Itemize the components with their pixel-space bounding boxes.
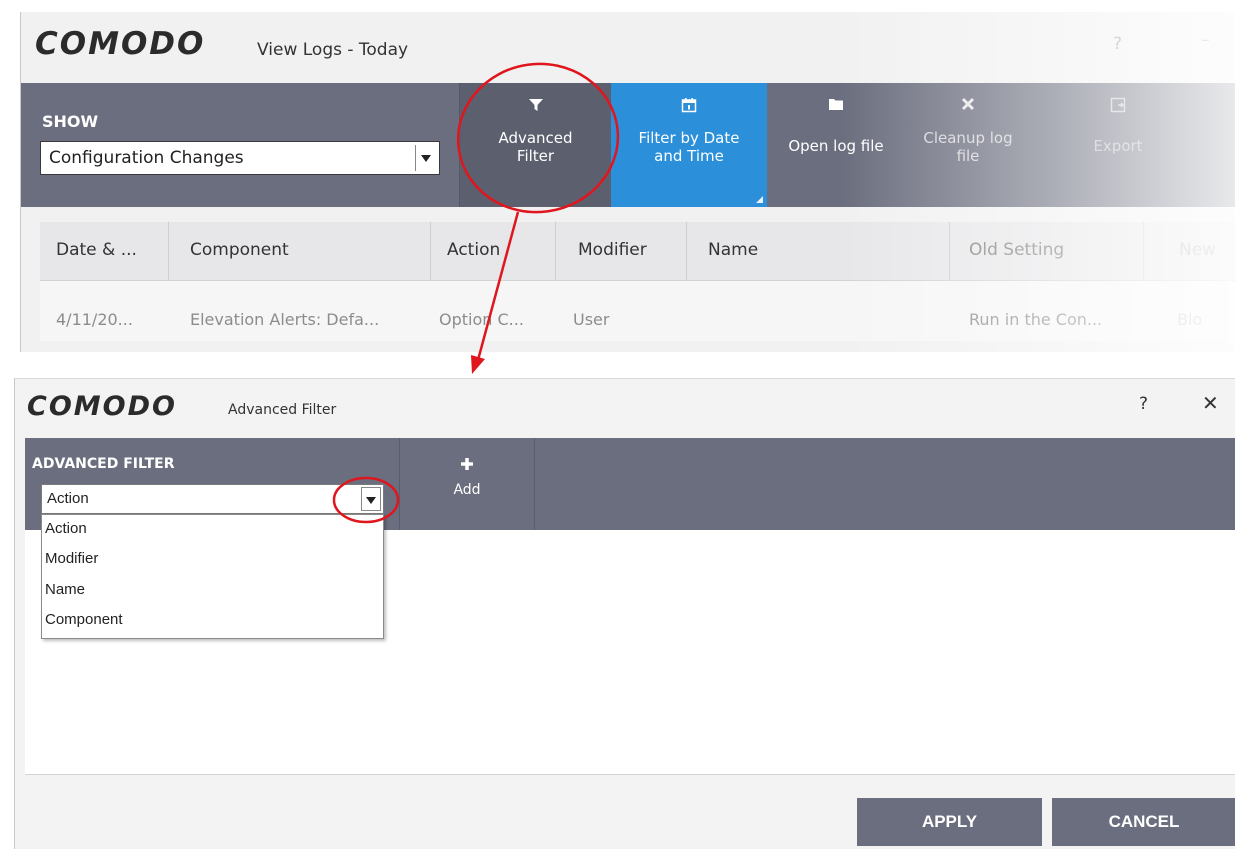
plus-icon [400,454,534,476]
cleanup-log-file-button[interactable]: Cleanup log file [903,83,1033,207]
column-divider [555,222,556,280]
apply-button[interactable]: APPLY [857,798,1042,846]
filter-field-dropdown-button[interactable] [361,487,381,511]
show-label: SHOW [42,112,99,131]
cell-action: Option C... [439,310,524,329]
column-component[interactable]: Component [190,240,289,260]
advanced-filter-label-1: Advanced [498,129,573,147]
dropdown-option-action[interactable]: Action [45,520,87,537]
chevron-down-icon [421,155,431,162]
log-type-select[interactable]: Configuration Changes [40,141,440,175]
column-divider [168,222,169,280]
advanced-filter-button[interactable]: Advanced Filter [459,83,611,207]
dropdown-option-modifier[interactable]: Modifier [45,550,98,567]
filter-by-date-label-1: Filter by Date [638,129,740,147]
open-log-file-button[interactable]: Open log file [769,83,903,207]
cell-date: 4/11/20... [56,310,133,329]
x-icon [903,97,1033,119]
toolbar-divider [534,438,535,530]
filter-field-dropdown-list: Action Modifier Name Component [41,514,384,639]
advanced-filter-label: ADVANCED FILTER [32,456,175,472]
cleanup-log-label-1: Cleanup log [923,129,1013,147]
export-button[interactable]: Export [1033,83,1203,207]
dropdown-option-name[interactable]: Name [45,581,85,598]
calendar-icon [611,97,767,119]
column-old-setting[interactable]: Old Setting [969,240,1064,260]
filter-by-date-label-2: and Time [654,147,724,165]
dialog-title: Advanced Filter [228,402,337,418]
log-type-select-dropdown-button[interactable] [415,145,437,171]
help-button[interactable]: ? [1139,394,1148,414]
export-label: Export [1093,137,1143,155]
corner-indicator [756,196,763,203]
dropdown-option-component[interactable]: Component [45,611,123,628]
log-table-header: Date & ... Component Action Modifier Nam… [40,222,1235,281]
log-type-select-value: Configuration Changes [49,148,244,168]
cancel-button[interactable]: CANCEL [1052,798,1235,846]
column-name[interactable]: Name [708,240,758,260]
comodo-logo: COMODO [35,26,206,62]
cleanup-log-label-2: file [956,147,980,165]
close-button[interactable]: ✕ [1202,391,1219,415]
help-button[interactable]: ? [1113,34,1122,54]
column-divider [949,222,950,280]
column-new-setting[interactable]: New [1179,240,1216,260]
advanced-filter-dialog: COMODO Advanced Filter ? ✕ ADVANCED FILT… [14,378,1235,849]
window-title: View Logs - Today [257,40,409,60]
annotation-arrow-head [471,355,485,374]
filter-icon [460,97,611,119]
cell-component: Elevation Alerts: Defa... [190,310,380,329]
chevron-down-icon [366,497,376,504]
add-filter-button[interactable]: Add [400,438,534,530]
column-divider [686,222,687,280]
add-label: Add [453,482,481,498]
export-icon [1033,97,1203,119]
cell-new-setting: Blo [1177,310,1203,329]
filter-field-select-value: Action [47,490,89,507]
column-modifier[interactable]: Modifier [578,240,647,260]
minimize-button[interactable]: – [1201,30,1210,50]
view-logs-window: COMODO View Logs - Today ? – SHOW Config… [20,12,1235,352]
advanced-filter-label-2: Filter [516,147,555,165]
comodo-logo: COMODO [27,391,177,422]
open-log-file-label: Open log file [788,137,884,155]
column-action[interactable]: Action [447,240,500,260]
column-date[interactable]: Date & ... [56,240,137,260]
column-divider [1143,222,1144,280]
folder-icon [769,97,903,119]
filter-by-date-button[interactable]: Filter by Date and Time [611,83,767,207]
column-divider [430,222,431,280]
filter-field-select[interactable]: Action [41,484,384,514]
cell-modifier: User [573,310,610,329]
cell-old-setting: Run in the Con... [969,310,1103,329]
